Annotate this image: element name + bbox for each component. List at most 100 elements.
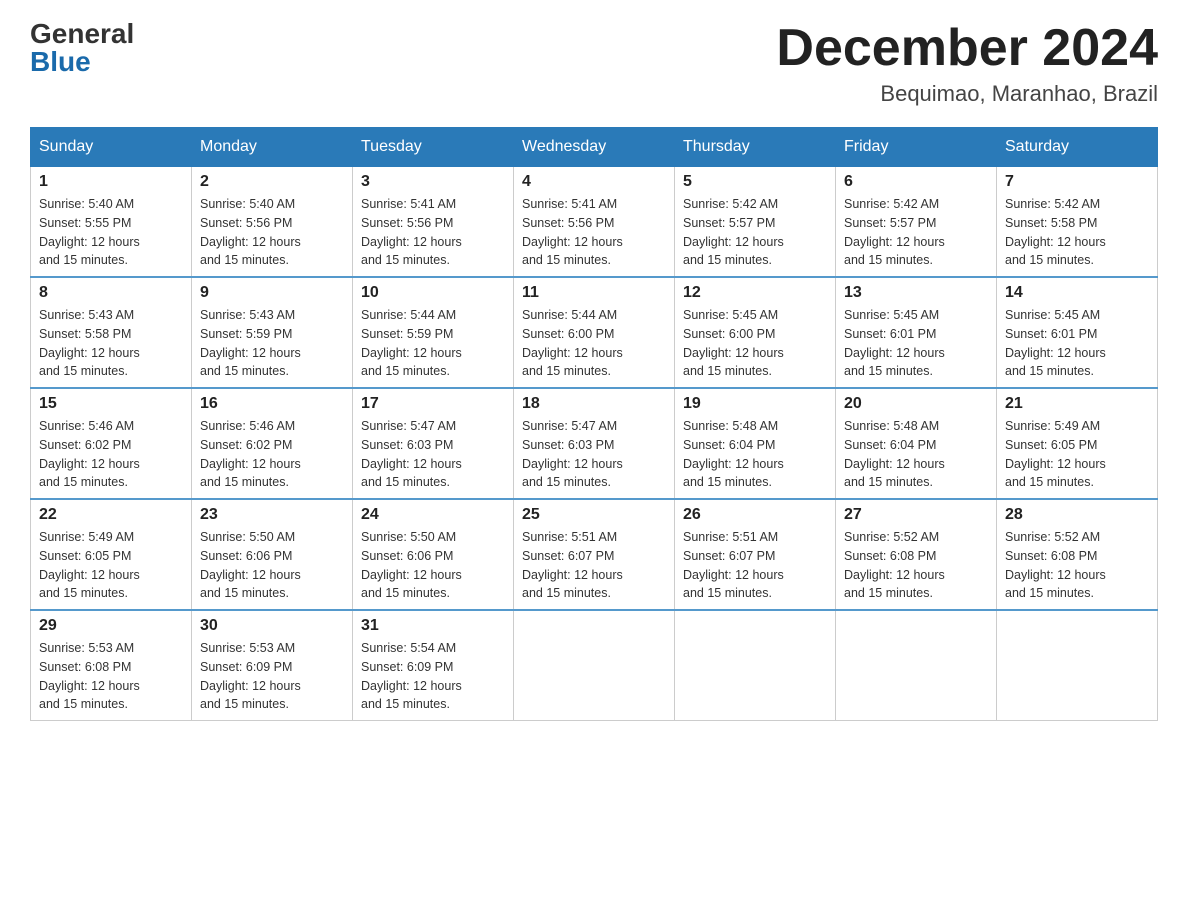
day-info: Sunrise: 5:51 AMSunset: 6:07 PMDaylight:…: [683, 528, 827, 603]
day-number: 4: [522, 173, 666, 191]
calendar-day-cell: 11Sunrise: 5:44 AMSunset: 6:00 PMDayligh…: [514, 277, 675, 388]
day-info: Sunrise: 5:51 AMSunset: 6:07 PMDaylight:…: [522, 528, 666, 603]
calendar-week-row: 15 Sunrise: 5:46 AMSunset: 6:02 PMDayligh…: [31, 388, 1158, 499]
calendar-day-cell: 16 Sunrise: 5:46 AMSunset: 6:02 PMDayligh…: [192, 388, 353, 499]
calendar-day-cell: [675, 610, 836, 721]
day-info: Sunrise: 5:43 AMSunset: 5:58 PMDaylight:…: [39, 306, 183, 381]
day-info: Sunrise: 5:46 AMSunset: 6:02 PMDaylight:…: [200, 417, 344, 492]
calendar-day-cell: 7Sunrise: 5:42 AMSunset: 5:58 PMDaylight…: [997, 167, 1158, 278]
calendar-day-cell: 3 Sunrise: 5:41 AMSunset: 5:56 PMDaylight…: [353, 167, 514, 278]
title-section: December 2024 Bequimao, Maranhao, Brazil: [776, 20, 1158, 107]
calendar-week-row: 29 Sunrise: 5:53 AMSunset: 6:08 PMDayligh…: [31, 610, 1158, 721]
day-number: 30: [200, 617, 344, 635]
day-number: 3: [361, 173, 505, 191]
day-number: 20: [844, 395, 988, 413]
calendar-day-cell: 29 Sunrise: 5:53 AMSunset: 6:08 PMDayligh…: [31, 610, 192, 721]
month-title: December 2024: [776, 20, 1158, 77]
day-number: 2: [200, 173, 344, 191]
calendar-day-cell: 30 Sunrise: 5:53 AMSunset: 6:09 PMDayligh…: [192, 610, 353, 721]
day-of-week-header: Friday: [836, 128, 997, 167]
calendar-day-cell: 20 Sunrise: 5:48 AMSunset: 6:04 PMDayligh…: [836, 388, 997, 499]
calendar-day-cell: 8 Sunrise: 5:43 AMSunset: 5:58 PMDaylight…: [31, 277, 192, 388]
day-of-week-header: Thursday: [675, 128, 836, 167]
day-info: Sunrise: 5:53 AMSunset: 6:09 PMDaylight:…: [200, 639, 344, 714]
calendar-day-cell: 1 Sunrise: 5:40 AMSunset: 5:55 PMDaylight…: [31, 167, 192, 278]
calendar-day-cell: 14 Sunrise: 5:45 AMSunset: 6:01 PMDayligh…: [997, 277, 1158, 388]
day-of-week-header: Sunday: [31, 128, 192, 167]
calendar-day-cell: 23Sunrise: 5:50 AMSunset: 6:06 PMDayligh…: [192, 499, 353, 610]
day-info: Sunrise: 5:47 AMSunset: 6:03 PMDaylight:…: [522, 417, 666, 492]
day-info: Sunrise: 5:45 AMSunset: 6:01 PMDaylight:…: [844, 306, 988, 381]
location-text: Bequimao, Maranhao, Brazil: [776, 81, 1158, 107]
calendar-day-cell: 2 Sunrise: 5:40 AMSunset: 5:56 PMDaylight…: [192, 167, 353, 278]
calendar-day-cell: 27 Sunrise: 5:52 AMSunset: 6:08 PMDayligh…: [836, 499, 997, 610]
day-number: 26: [683, 506, 827, 524]
day-info: Sunrise: 5:54 AMSunset: 6:09 PMDaylight:…: [361, 639, 505, 714]
calendar-day-cell: 10 Sunrise: 5:44 AMSunset: 5:59 PMDayligh…: [353, 277, 514, 388]
calendar-day-cell: [514, 610, 675, 721]
calendar-day-cell: [997, 610, 1158, 721]
day-of-week-header: Tuesday: [353, 128, 514, 167]
day-info: Sunrise: 5:49 AMSunset: 6:05 PMDaylight:…: [39, 528, 183, 603]
calendar-day-cell: 19 Sunrise: 5:48 AMSunset: 6:04 PMDayligh…: [675, 388, 836, 499]
logo-blue-text: Blue: [30, 48, 91, 76]
day-info: Sunrise: 5:44 AMSunset: 6:00 PMDaylight:…: [522, 306, 666, 381]
day-info: Sunrise: 5:44 AMSunset: 5:59 PMDaylight:…: [361, 306, 505, 381]
day-info: Sunrise: 5:49 AMSunset: 6:05 PMDaylight:…: [1005, 417, 1149, 492]
day-number: 29: [39, 617, 183, 635]
day-number: 5: [683, 173, 827, 191]
day-number: 22: [39, 506, 183, 524]
day-number: 12: [683, 284, 827, 302]
day-info: Sunrise: 5:40 AMSunset: 5:56 PMDaylight:…: [200, 195, 344, 270]
day-number: 25: [522, 506, 666, 524]
calendar-week-row: 1 Sunrise: 5:40 AMSunset: 5:55 PMDaylight…: [31, 167, 1158, 278]
calendar-body: 1 Sunrise: 5:40 AMSunset: 5:55 PMDaylight…: [31, 167, 1158, 721]
day-info: Sunrise: 5:52 AMSunset: 6:08 PMDaylight:…: [1005, 528, 1149, 603]
day-info: Sunrise: 5:50 AMSunset: 6:06 PMDaylight:…: [200, 528, 344, 603]
day-number: 21: [1005, 395, 1149, 413]
calendar-day-cell: 4 Sunrise: 5:41 AMSunset: 5:56 PMDaylight…: [514, 167, 675, 278]
day-info: Sunrise: 5:48 AMSunset: 6:04 PMDaylight:…: [844, 417, 988, 492]
calendar-day-cell: 26 Sunrise: 5:51 AMSunset: 6:07 PMDayligh…: [675, 499, 836, 610]
calendar-day-cell: 18Sunrise: 5:47 AMSunset: 6:03 PMDayligh…: [514, 388, 675, 499]
day-number: 28: [1005, 506, 1149, 524]
calendar-day-cell: 15 Sunrise: 5:46 AMSunset: 6:02 PMDayligh…: [31, 388, 192, 499]
day-number: 31: [361, 617, 505, 635]
calendar-day-cell: 13Sunrise: 5:45 AMSunset: 6:01 PMDayligh…: [836, 277, 997, 388]
calendar-day-cell: [836, 610, 997, 721]
day-info: Sunrise: 5:48 AMSunset: 6:04 PMDaylight:…: [683, 417, 827, 492]
day-number: 15: [39, 395, 183, 413]
day-info: Sunrise: 5:42 AMSunset: 5:58 PMDaylight:…: [1005, 195, 1149, 270]
calendar-day-cell: 31 Sunrise: 5:54 AMSunset: 6:09 PMDayligh…: [353, 610, 514, 721]
calendar-day-cell: 24Sunrise: 5:50 AMSunset: 6:06 PMDayligh…: [353, 499, 514, 610]
calendar-table: SundayMondayTuesdayWednesdayThursdayFrid…: [30, 127, 1158, 721]
day-number: 14: [1005, 284, 1149, 302]
day-of-week-header: Wednesday: [514, 128, 675, 167]
day-info: Sunrise: 5:43 AMSunset: 5:59 PMDaylight:…: [200, 306, 344, 381]
day-info: Sunrise: 5:42 AMSunset: 5:57 PMDaylight:…: [683, 195, 827, 270]
day-info: Sunrise: 5:52 AMSunset: 6:08 PMDaylight:…: [844, 528, 988, 603]
day-number: 8: [39, 284, 183, 302]
day-info: Sunrise: 5:40 AMSunset: 5:55 PMDaylight:…: [39, 195, 183, 270]
day-info: Sunrise: 5:45 AMSunset: 6:01 PMDaylight:…: [1005, 306, 1149, 381]
day-info: Sunrise: 5:41 AMSunset: 5:56 PMDaylight:…: [361, 195, 505, 270]
calendar-day-cell: 22 Sunrise: 5:49 AMSunset: 6:05 PMDayligh…: [31, 499, 192, 610]
calendar-day-cell: 25 Sunrise: 5:51 AMSunset: 6:07 PMDayligh…: [514, 499, 675, 610]
day-number: 17: [361, 395, 505, 413]
day-number: 10: [361, 284, 505, 302]
day-of-week-header: Monday: [192, 128, 353, 167]
day-number: 16: [200, 395, 344, 413]
day-number: 9: [200, 284, 344, 302]
calendar-week-row: 22 Sunrise: 5:49 AMSunset: 6:05 PMDayligh…: [31, 499, 1158, 610]
calendar-day-cell: 28 Sunrise: 5:52 AMSunset: 6:08 PMDayligh…: [997, 499, 1158, 610]
day-info: Sunrise: 5:41 AMSunset: 5:56 PMDaylight:…: [522, 195, 666, 270]
calendar-header-row: SundayMondayTuesdayWednesdayThursdayFrid…: [31, 128, 1158, 167]
day-number: 1: [39, 173, 183, 191]
day-info: Sunrise: 5:53 AMSunset: 6:08 PMDaylight:…: [39, 639, 183, 714]
day-info: Sunrise: 5:46 AMSunset: 6:02 PMDaylight:…: [39, 417, 183, 492]
calendar-day-cell: 9 Sunrise: 5:43 AMSunset: 5:59 PMDaylight…: [192, 277, 353, 388]
calendar-week-row: 8 Sunrise: 5:43 AMSunset: 5:58 PMDaylight…: [31, 277, 1158, 388]
day-number: 27: [844, 506, 988, 524]
day-number: 19: [683, 395, 827, 413]
day-info: Sunrise: 5:42 AMSunset: 5:57 PMDaylight:…: [844, 195, 988, 270]
